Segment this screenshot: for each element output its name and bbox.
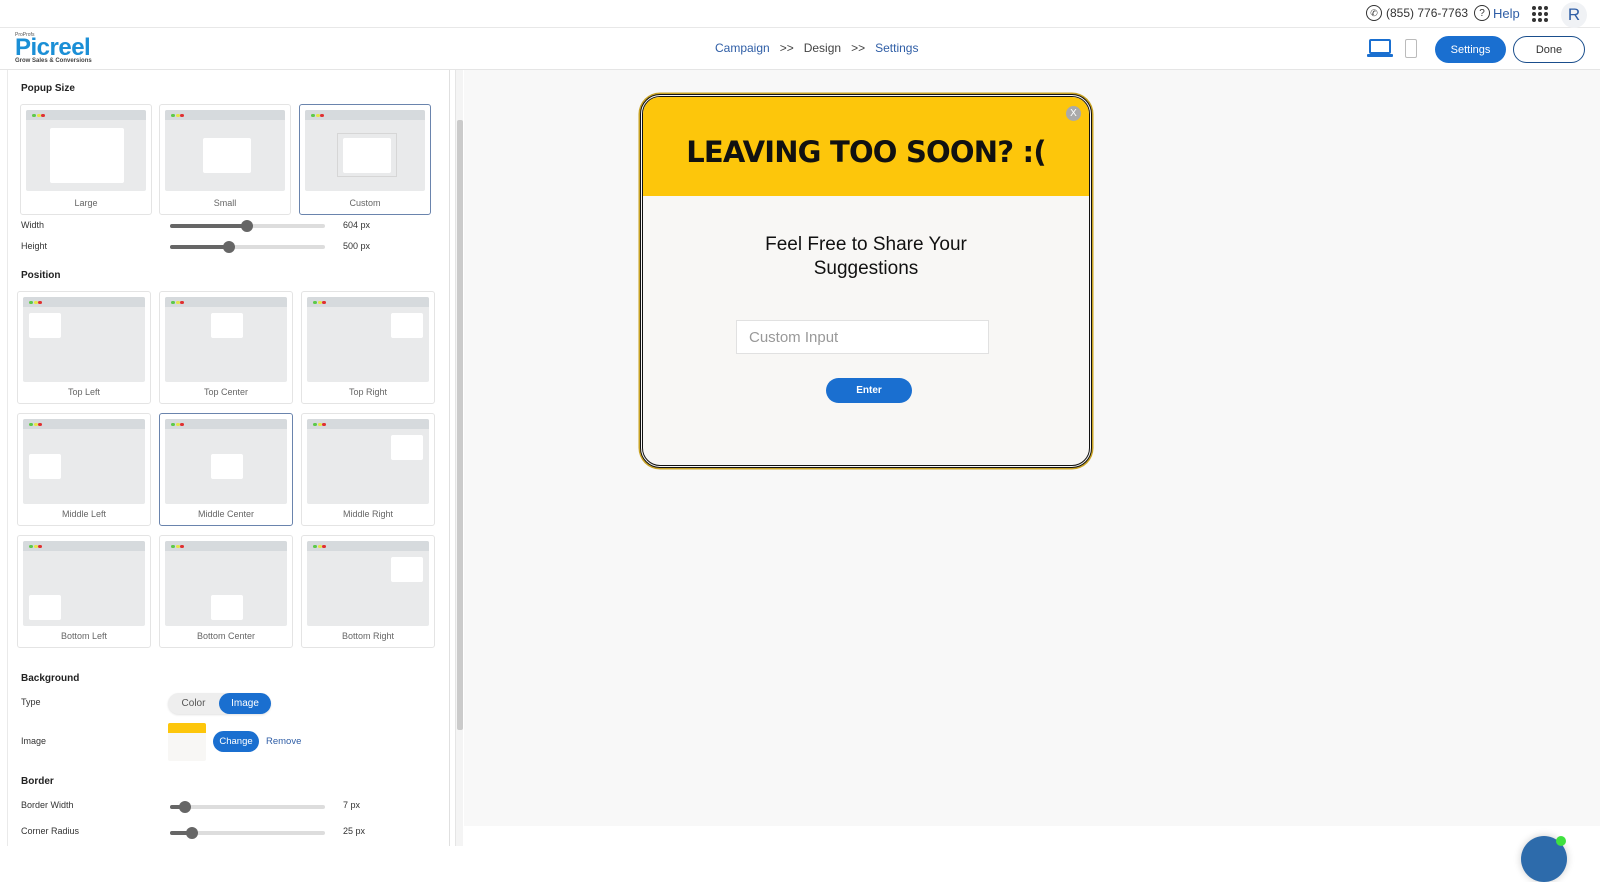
height-label: Height xyxy=(21,241,48,251)
position-option-label: Middle Left xyxy=(61,509,107,519)
background-type-image[interactable]: Image xyxy=(219,693,271,714)
popup-preview: LEAVING TOO SOON? :( X Feel Free to Shar… xyxy=(640,94,1092,468)
size-option-small[interactable]: Small xyxy=(159,104,291,215)
position-middle-center[interactable]: Middle Center xyxy=(159,413,293,526)
popup-title: LEAVING TOO SOON? :( xyxy=(686,135,1046,169)
size-option-label: Large xyxy=(74,198,98,208)
height-slider[interactable] xyxy=(170,241,325,253)
popup-subtitle-line2: Suggestions xyxy=(813,258,919,279)
settings-button[interactable]: Settings xyxy=(1435,36,1506,63)
logo-name: Picreel xyxy=(15,34,91,61)
position-option-label: Middle Right xyxy=(342,509,394,519)
utility-bar: ✆ (855) 776-7763 ? Help R xyxy=(0,0,1600,28)
apps-grid-icon[interactable] xyxy=(1532,6,1548,22)
close-icon[interactable]: X xyxy=(1066,106,1081,121)
position-middle-right[interactable]: Middle Right xyxy=(301,413,435,526)
position-top-center[interactable]: Top Center xyxy=(159,291,293,404)
canvas-footer xyxy=(464,826,1600,846)
breadcrumb: Campaign >> Design >> Settings xyxy=(715,41,918,55)
phone-contact[interactable]: ✆ (855) 776-7763 xyxy=(1366,5,1468,21)
popup-subtitle-line1: Feel Free to Share Your xyxy=(765,234,967,255)
corner-radius-label: Corner Radius xyxy=(21,826,80,836)
height-value: 500 px xyxy=(343,241,371,251)
mobile-view-icon[interactable] xyxy=(1405,39,1417,58)
breadcrumb-campaign[interactable]: Campaign xyxy=(715,41,770,55)
breadcrumb-design: Design xyxy=(803,41,842,55)
help-icon: ? xyxy=(1474,5,1490,21)
position-option-label: Top Left xyxy=(67,387,101,397)
border-title: Border xyxy=(21,776,54,787)
user-avatar[interactable]: R xyxy=(1561,2,1587,28)
corner-radius-slider[interactable] xyxy=(170,827,325,839)
phone-icon: ✆ xyxy=(1366,5,1382,21)
background-title: Background xyxy=(21,673,80,684)
custom-input-field[interactable] xyxy=(736,320,989,354)
picreel-logo[interactable]: ProProfs Picreel Grow Sales & Conversion… xyxy=(15,32,92,64)
position-middle-left[interactable]: Middle Left xyxy=(17,413,151,526)
logo-tagline: Grow Sales & Conversions xyxy=(15,58,92,64)
online-status-dot xyxy=(1556,836,1566,846)
phone-number: (855) 776-7763 xyxy=(1386,6,1469,20)
position-option-label: Bottom Right xyxy=(341,631,395,641)
design-sidebar: Popup Size Large Small Custom Width 604 … xyxy=(7,70,450,846)
breadcrumb-separator: >> xyxy=(779,41,794,55)
width-label: Width xyxy=(21,220,45,230)
position-option-label: Bottom Left xyxy=(60,631,108,641)
position-bottom-left[interactable]: Bottom Left xyxy=(17,535,151,648)
breadcrumb-settings[interactable]: Settings xyxy=(875,41,918,55)
help-link[interactable]: ? Help xyxy=(1474,5,1520,21)
remove-image-link[interactable]: Remove xyxy=(266,736,301,747)
position-option-label: Middle Center xyxy=(197,509,255,519)
breadcrumb-separator: >> xyxy=(851,41,866,55)
position-bottom-center[interactable]: Bottom Center xyxy=(159,535,293,648)
change-image-button[interactable]: Change xyxy=(213,731,259,752)
sidebar-scrollbar-thumb[interactable] xyxy=(457,120,463,730)
position-option-label: Top Center xyxy=(203,387,249,397)
popup-size-title: Popup Size xyxy=(21,83,75,94)
corner-radius-value: 25 px xyxy=(343,826,366,836)
position-top-left[interactable]: Top Left xyxy=(17,291,151,404)
position-option-label: Top Right xyxy=(348,387,388,397)
width-value: 604 px xyxy=(343,220,371,230)
background-image-thumbnail xyxy=(168,723,206,761)
size-option-label: Custom xyxy=(349,198,381,208)
width-slider[interactable] xyxy=(170,220,325,232)
position-bottom-right[interactable]: Bottom Right xyxy=(301,535,435,648)
help-label: Help xyxy=(1493,5,1520,21)
position-title: Position xyxy=(21,270,61,281)
popup-subtitle: Feel Free to Share Your Suggestions xyxy=(643,233,1089,281)
border-width-slider[interactable] xyxy=(170,801,325,813)
desktop-view-icon[interactable] xyxy=(1367,39,1393,59)
app-header: ProProfs Picreel Grow Sales & Conversion… xyxy=(0,28,1600,70)
position-top-right[interactable]: Top Right xyxy=(301,291,435,404)
size-option-label: Small xyxy=(213,198,237,208)
size-option-large[interactable]: Large xyxy=(20,104,152,215)
sidebar-scrollbar[interactable] xyxy=(455,70,463,846)
border-width-label: Border Width xyxy=(21,800,74,810)
size-option-custom[interactable]: Custom xyxy=(299,104,431,215)
done-button[interactable]: Done xyxy=(1513,36,1585,63)
border-width-value: 7 px xyxy=(343,800,361,810)
enter-button[interactable]: Enter xyxy=(826,378,912,403)
background-type-label: Type xyxy=(21,697,41,707)
background-image-label: Image xyxy=(21,736,47,746)
position-option-label: Bottom Center xyxy=(196,631,256,641)
background-type-color[interactable]: Color xyxy=(168,693,219,714)
background-type-toggle[interactable]: Color Image xyxy=(168,693,271,714)
